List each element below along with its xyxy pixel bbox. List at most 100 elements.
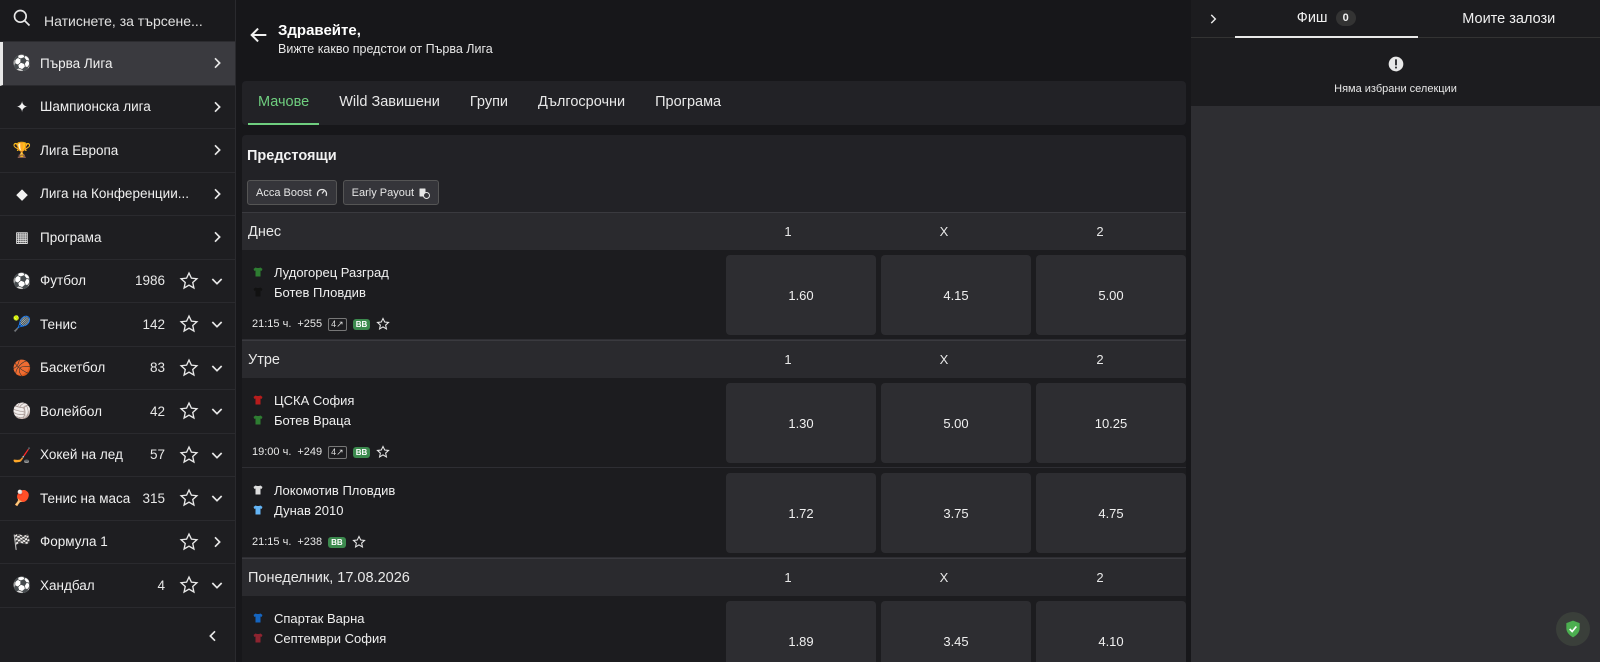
sidebar-item[interactable]: ◆ Лига на Конференции... bbox=[0, 173, 235, 216]
tab-groups[interactable]: Групи bbox=[460, 81, 518, 125]
collapse-slip-button[interactable] bbox=[1191, 12, 1235, 26]
sidebar-item[interactable]: 🏐 Волейбол 42 bbox=[0, 390, 235, 434]
security-shield-button[interactable] bbox=[1556, 612, 1590, 646]
match-teams[interactable]: Локомотив Пловдив Дунав 2010 bbox=[252, 480, 395, 520]
odd-away-button[interactable]: 4.75 bbox=[1036, 473, 1186, 553]
favorite-star-icon[interactable] bbox=[179, 401, 199, 421]
sidebar-item[interactable]: 🏓 Тенис на маса 315 bbox=[0, 477, 235, 521]
tab-bar: Мачове Wild Завишени Групи Дългосрочни П… bbox=[242, 81, 1186, 125]
markets-count[interactable]: +255 bbox=[297, 318, 322, 330]
favorite-star-icon[interactable] bbox=[179, 575, 199, 595]
early-payout-chip[interactable]: Early Payout bbox=[342, 180, 440, 205]
markets-count[interactable]: +249 bbox=[297, 446, 322, 458]
sidebar-item[interactable]: 🏁 Формула 1 bbox=[0, 521, 235, 564]
favorite-star-icon[interactable] bbox=[179, 532, 199, 552]
shield-check-icon bbox=[1566, 620, 1580, 638]
odd-draw-button[interactable]: 4.15 bbox=[881, 255, 1031, 335]
odd-draw-button[interactable]: 5.00 bbox=[881, 383, 1031, 463]
tab-schedule[interactable]: Програма bbox=[645, 81, 731, 125]
search-input[interactable] bbox=[44, 12, 224, 29]
chevron-down-icon[interactable] bbox=[209, 447, 225, 463]
sidebar-item-count: 142 bbox=[142, 316, 165, 332]
sidebar-collapse-button[interactable] bbox=[0, 610, 235, 662]
match-teams[interactable]: Лудогорец Разград Ботев Пловдив bbox=[252, 262, 389, 302]
column-home: 1 bbox=[784, 570, 792, 585]
odd-draw-button[interactable]: 3.45 bbox=[881, 601, 1031, 662]
chevron-right-icon[interactable] bbox=[1206, 12, 1220, 26]
odd-away-button[interactable]: 5.00 bbox=[1036, 255, 1186, 335]
tab-matches[interactable]: Мачове bbox=[248, 81, 320, 125]
back-arrow-icon[interactable] bbox=[248, 24, 270, 46]
favorite-star-icon[interactable] bbox=[179, 314, 199, 334]
sidebar-item[interactable]: ▦ Програма bbox=[0, 216, 235, 260]
match-teams[interactable]: ЦСКА София Ботев Враца bbox=[252, 390, 354, 430]
sidebar-item-count: 1986 bbox=[134, 273, 165, 289]
favorite-star-icon[interactable] bbox=[179, 358, 199, 378]
match-row[interactable]: Локомотив Пловдив Дунав 2010 21:15 ч. +238 B… bbox=[242, 468, 1186, 558]
odd-away-button[interactable]: 10.25 bbox=[1036, 383, 1186, 463]
favorite-star-icon[interactable] bbox=[179, 488, 199, 508]
sidebar-item[interactable]: 🏒 Хокей на лед 57 bbox=[0, 434, 235, 477]
odd-draw-button[interactable]: 3.75 bbox=[881, 473, 1031, 553]
chevron-left-icon[interactable] bbox=[205, 628, 221, 644]
day-label: Утре bbox=[248, 351, 280, 368]
chevron-down-icon[interactable] bbox=[209, 316, 225, 332]
chevron-down-icon[interactable] bbox=[209, 490, 225, 506]
sidebar-item[interactable]: ⚽ Първа Лига bbox=[0, 42, 235, 86]
favorite-star-icon[interactable] bbox=[376, 445, 391, 459]
sidebar-item-label: Хандбал bbox=[40, 577, 95, 593]
markets-count[interactable]: +238 bbox=[297, 536, 322, 548]
tab-outrights[interactable]: Дългосрочни bbox=[528, 81, 635, 125]
chevron-down-icon[interactable] bbox=[209, 577, 225, 593]
odd-home-button[interactable]: 1.72 bbox=[726, 473, 876, 553]
tab-my-bets[interactable]: Моите залози bbox=[1418, 0, 1600, 38]
match-time: 19:00 ч. bbox=[252, 446, 292, 458]
match-teams[interactable]: Спартак Варна Септември София bbox=[252, 608, 386, 648]
odds-group: 1.89 3.45 4.10 bbox=[726, 601, 1186, 662]
favorite-star-icon[interactable] bbox=[351, 535, 366, 549]
home-team: Лудогорец Разград bbox=[252, 262, 389, 282]
column-away: 2 bbox=[1096, 352, 1104, 367]
sidebar-item[interactable]: ⚽ Хандбал 4 bbox=[0, 564, 235, 608]
odds-group: 1.30 5.00 10.25 bbox=[726, 383, 1186, 463]
odd-away-button[interactable]: 4.10 bbox=[1036, 601, 1186, 662]
favorite-star-icon[interactable] bbox=[179, 271, 199, 291]
betslip-panel: Фиш 0 Моите залози Няма избрани селекции bbox=[1191, 0, 1600, 662]
chevron-down-icon[interactable] bbox=[209, 273, 225, 289]
favorite-star-icon[interactable] bbox=[179, 445, 199, 465]
chevron-right-icon[interactable] bbox=[209, 229, 225, 245]
search-icon[interactable] bbox=[12, 8, 32, 33]
sidebar-item[interactable]: 🏆 Лига Европа bbox=[0, 129, 235, 173]
sidebar: ⚽ Първа Лига ✦ Шампионска лига 🏆 Лига Европа ◆… bbox=[0, 0, 236, 662]
chevron-right-icon[interactable] bbox=[209, 55, 225, 71]
chevron-right-icon[interactable] bbox=[209, 142, 225, 158]
sidebar-item[interactable]: ⚽ Футбол 1986 bbox=[0, 260, 235, 303]
odd-home-button[interactable]: 1.60 bbox=[726, 255, 876, 335]
betslip-header: Фиш 0 Моите залози Няма избрани селекции bbox=[1191, 0, 1600, 106]
column-draw: X bbox=[939, 224, 949, 239]
sidebar-item-label: Волейбол bbox=[40, 403, 102, 419]
chevron-down-icon[interactable] bbox=[209, 360, 225, 376]
chevron-right-icon[interactable] bbox=[209, 99, 225, 115]
favorite-star-icon[interactable] bbox=[376, 317, 391, 331]
sidebar-item[interactable]: 🎾 Тенис 142 bbox=[0, 303, 235, 347]
match-row[interactable]: ЦСКА София Ботев Враца 19:00 ч. +249 4↗ BB 1.3… bbox=[242, 378, 1186, 468]
search-bar[interactable] bbox=[0, 0, 235, 42]
odd-home-button[interactable]: 1.30 bbox=[726, 383, 876, 463]
day-header: Понеделник, 17.08.2026 1 X 2 bbox=[242, 558, 1186, 596]
tab-betslip[interactable]: Фиш 0 bbox=[1235, 0, 1418, 38]
chevron-down-icon[interactable] bbox=[209, 403, 225, 419]
acca-boost-chip[interactable]: Acca Boost bbox=[247, 180, 337, 205]
sidebar-item[interactable]: ✦ Шампионска лига bbox=[0, 86, 235, 129]
tab-wild-boosted[interactable]: Wild Завишени bbox=[329, 81, 450, 125]
chevron-right-icon[interactable] bbox=[209, 186, 225, 202]
away-team-name: Ботев Пловдив bbox=[274, 284, 366, 300]
match-row[interactable]: Лудогорец Разград Ботев Пловдив 21:15 ч. +2… bbox=[242, 250, 1186, 340]
sidebar-item[interactable]: 🏀 Баскетбол 83 bbox=[0, 347, 235, 390]
chevron-right-icon[interactable] bbox=[209, 534, 225, 550]
odd-home-button[interactable]: 1.89 bbox=[726, 601, 876, 662]
match-row[interactable]: Спартак ВарнаСептември София19:00 ч.+238… bbox=[242, 596, 1186, 662]
bet-builder-badge: BB bbox=[352, 318, 371, 330]
betslip-label: Фиш bbox=[1296, 9, 1328, 26]
info-alert-icon bbox=[1388, 56, 1403, 72]
